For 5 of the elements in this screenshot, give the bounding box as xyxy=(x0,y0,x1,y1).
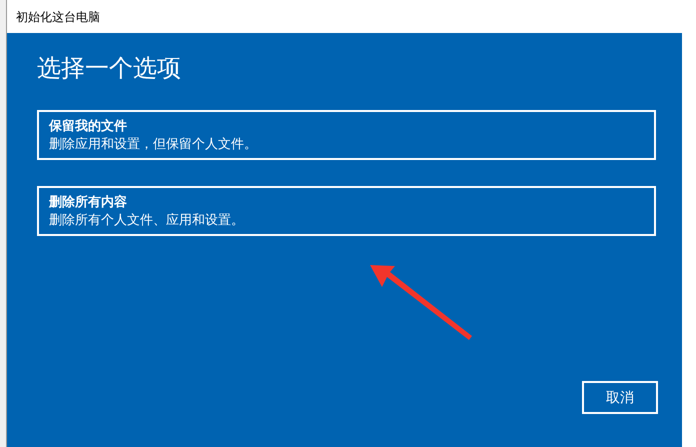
option-button[interactable]: 删除所有内容 删除所有个人文件、应用和设置。 xyxy=(37,186,656,236)
cancel-button[interactable]: 取消 xyxy=(582,381,658,414)
option-button[interactable]: 保留我的文件 删除应用和设置，但保留个人文件。 xyxy=(37,110,656,160)
dialog-heading: 选择一个选项 xyxy=(37,54,182,84)
window-title: 初始化这台电脑 xyxy=(16,8,100,26)
